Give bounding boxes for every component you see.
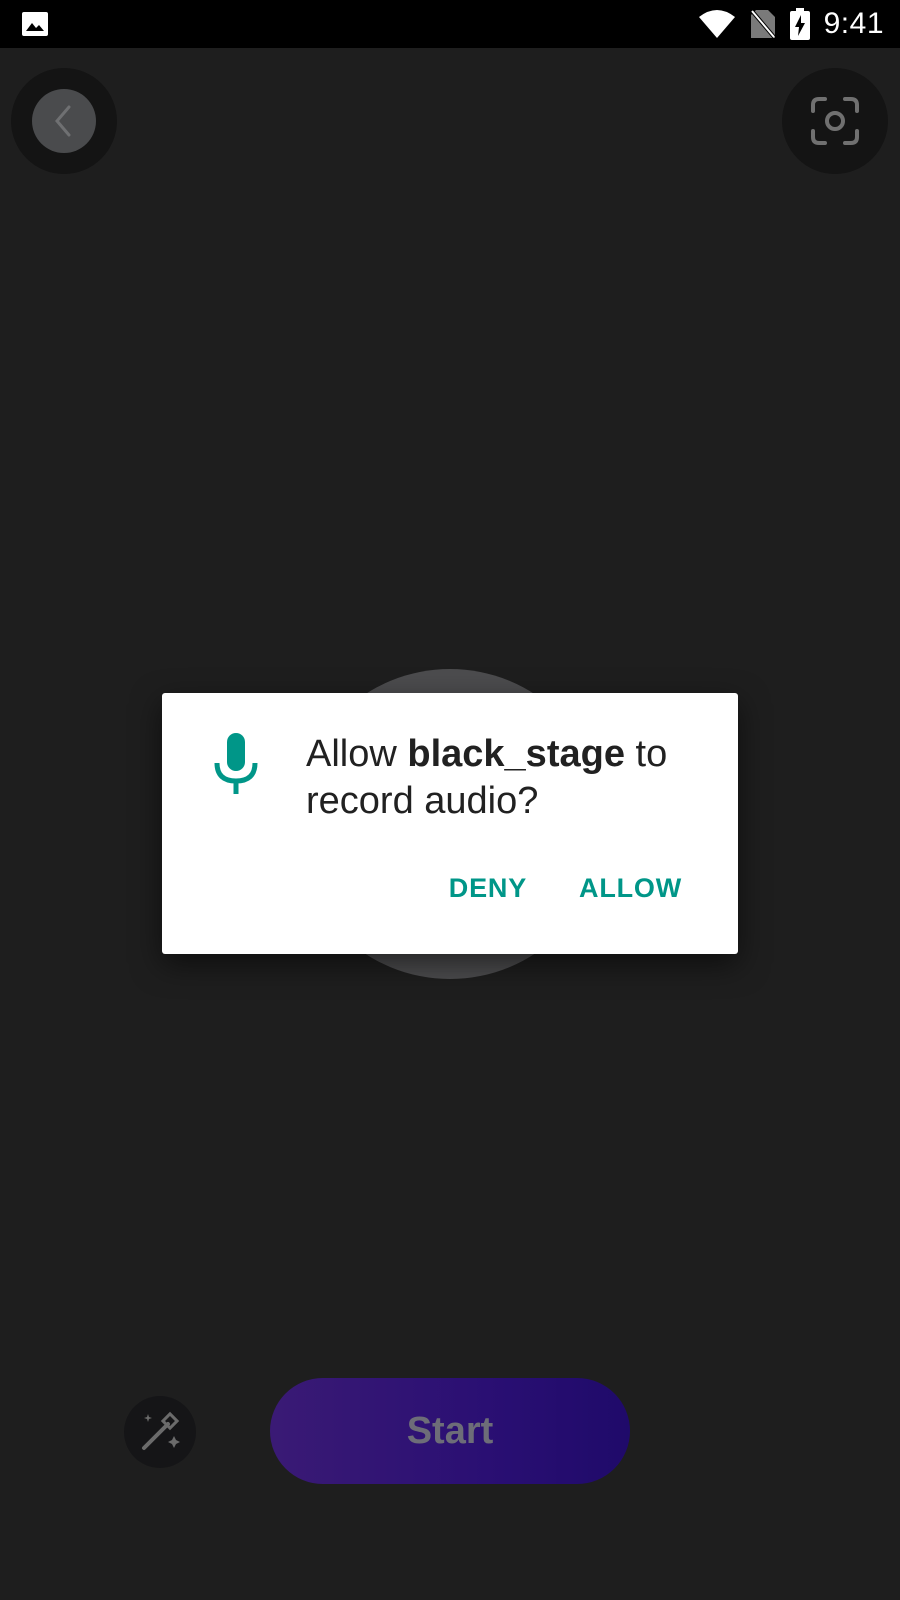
app-name: black_stage <box>407 733 625 775</box>
dialog-message: Allow black_stage to record audio? <box>306 733 668 822</box>
microphone-icon <box>214 733 258 794</box>
dialog-actions: DENY ALLOW <box>449 873 682 904</box>
permission-dialog: Allow black_stage to record audio? DENY … <box>162 693 738 954</box>
allow-button[interactable]: ALLOW <box>579 873 682 904</box>
deny-button[interactable]: DENY <box>449 873 527 904</box>
